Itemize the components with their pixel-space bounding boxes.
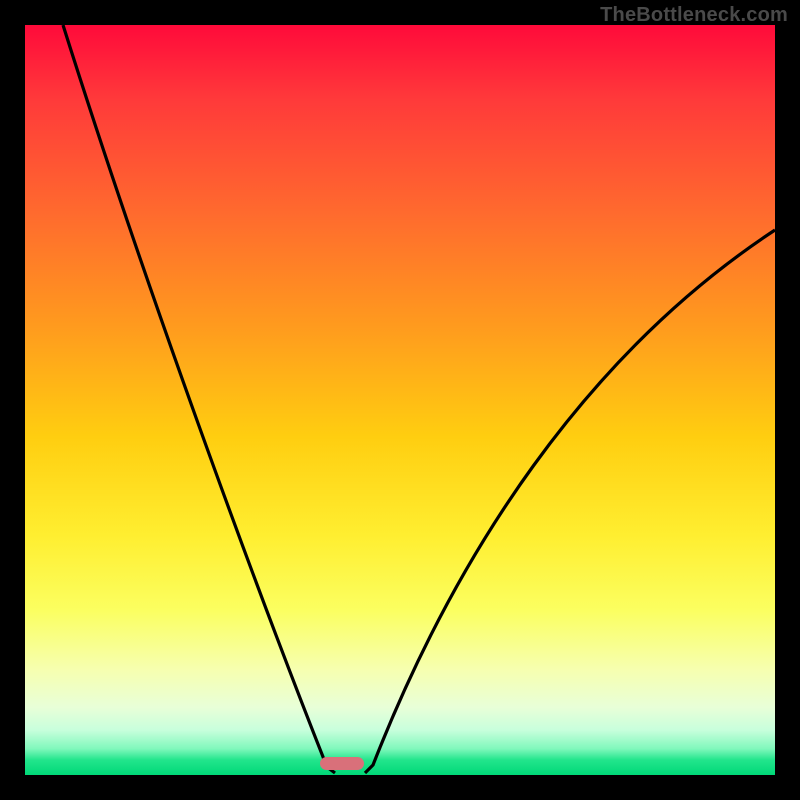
- curve-right-branch: [365, 230, 775, 773]
- curve-left-branch: [63, 25, 335, 773]
- chart-area: [25, 25, 775, 775]
- bottleneck-curve: [25, 25, 775, 775]
- optimal-range-marker: [320, 757, 364, 770]
- watermark-text: TheBottleneck.com: [600, 4, 788, 27]
